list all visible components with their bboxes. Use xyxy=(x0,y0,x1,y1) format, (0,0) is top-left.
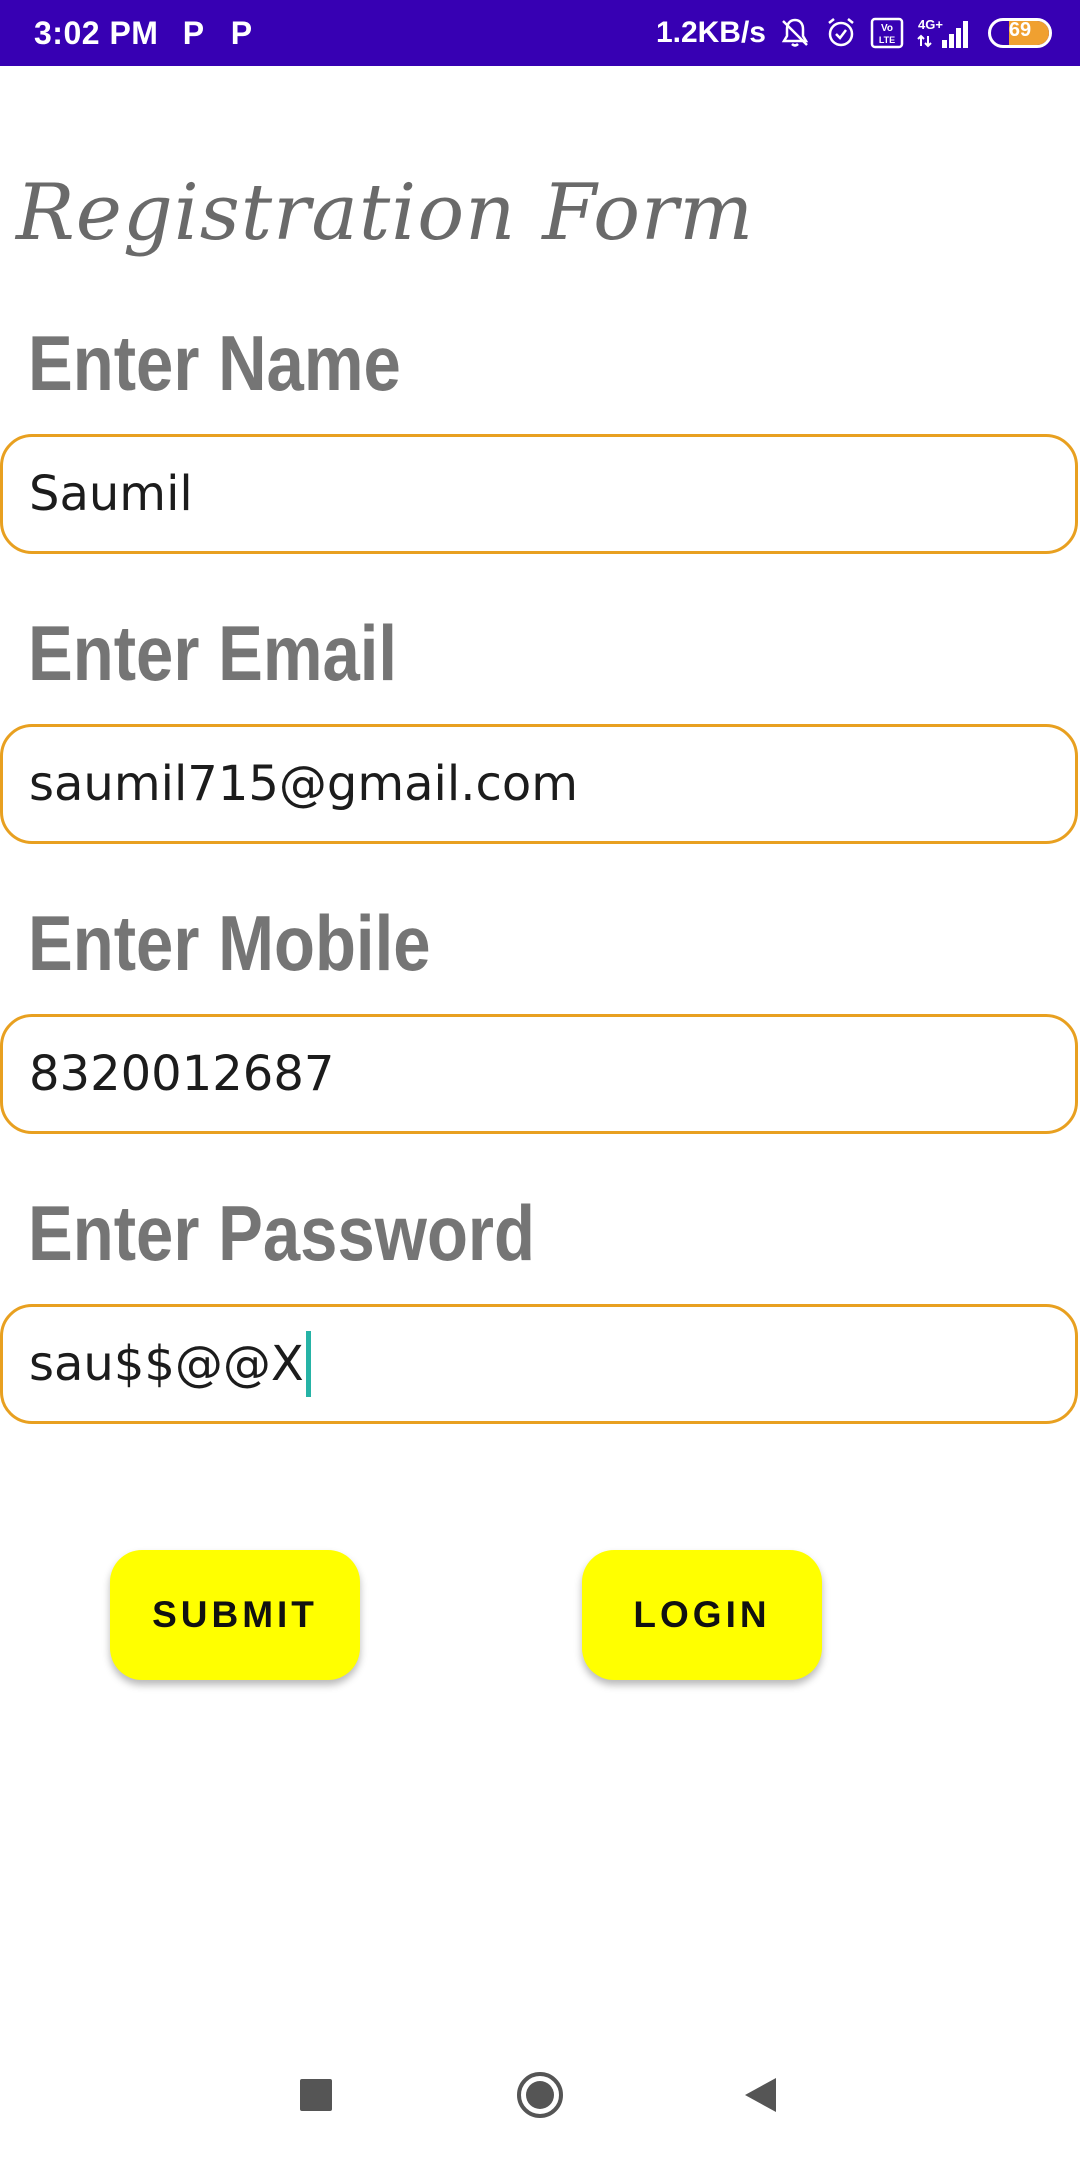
parking-notification-icon-2: P xyxy=(230,14,253,51)
submit-button[interactable]: SUBMIT xyxy=(110,1550,360,1680)
triangle-back-icon xyxy=(745,2078,776,2112)
clock: 3:02 PM xyxy=(34,14,159,51)
volte-icon: Vo LTE xyxy=(870,17,904,49)
password-label: Enter Password xyxy=(28,1189,536,1277)
text-cursor xyxy=(305,1331,311,1397)
parking-notification-icon: P xyxy=(182,14,205,51)
name-value: Saumil xyxy=(29,466,193,522)
password-value: sau$$@@X xyxy=(29,1336,304,1392)
network-speed: 1.2KB/s xyxy=(655,16,766,49)
password-field[interactable]: sau$$@@X xyxy=(0,1304,1078,1424)
battery-icon: 69 xyxy=(988,18,1052,48)
name-field[interactable]: Saumil xyxy=(0,434,1078,554)
name-label: Enter Name xyxy=(28,319,401,407)
home-button[interactable] xyxy=(495,2050,585,2140)
email-field[interactable]: saumil715@gmail.com xyxy=(0,724,1078,844)
svg-text:4G+: 4G+ xyxy=(918,17,943,32)
alarm-icon xyxy=(824,16,858,50)
status-icons: 1.2KB/s Vo LTE 4G+ 69 xyxy=(656,16,1052,50)
back-button[interactable] xyxy=(715,2050,805,2140)
navigation-bar xyxy=(0,2040,1080,2150)
circle-icon xyxy=(517,2072,563,2118)
signal-4g-icon: 4G+ xyxy=(916,16,972,50)
status-bar: 3:02 PM P P 1.2KB/s Vo LTE 4G+ 69 xyxy=(0,0,1080,66)
mobile-field[interactable]: 8320012687 xyxy=(0,1014,1078,1134)
bell-muted-icon xyxy=(778,16,812,50)
email-value: saumil715@gmail.com xyxy=(29,756,578,812)
email-label: Enter Email xyxy=(28,609,398,697)
square-icon xyxy=(300,2079,332,2111)
battery-level: 69 xyxy=(1008,19,1032,41)
page-title: Registration Form xyxy=(16,168,755,258)
recents-button[interactable] xyxy=(271,2050,361,2140)
mobile-value: 8320012687 xyxy=(29,1046,335,1102)
mobile-label: Enter Mobile xyxy=(28,899,431,987)
login-button[interactable]: LOGIN xyxy=(582,1550,822,1680)
svg-text:LTE: LTE xyxy=(879,35,895,45)
svg-text:Vo: Vo xyxy=(881,23,893,34)
